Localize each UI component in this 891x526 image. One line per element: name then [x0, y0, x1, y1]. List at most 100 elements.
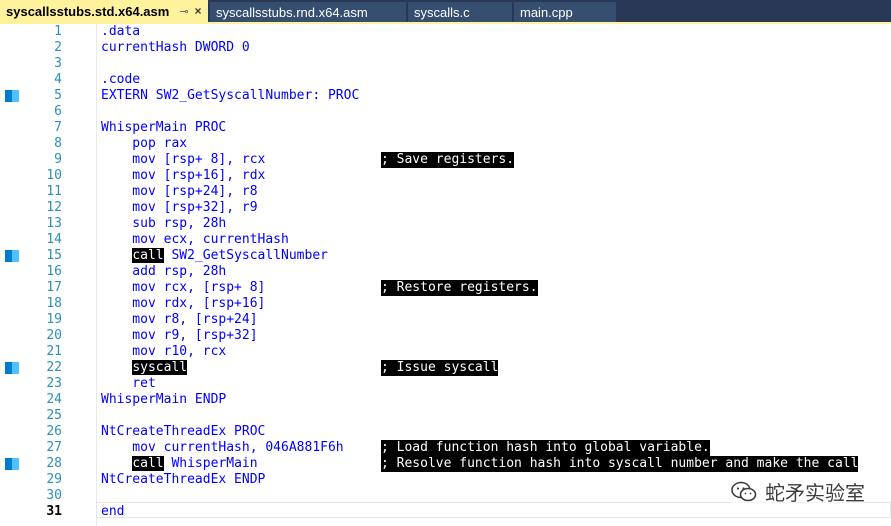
line-number: 13 [46, 216, 62, 231]
line-number: 6 [54, 104, 62, 119]
code-line[interactable]: 28 call WhisperMain ; Resolve function ha… [0, 456, 891, 472]
code-text: EXTERN SW2_GetSyscallNumber: PROC [101, 88, 360, 103]
close-icon[interactable]: × [195, 4, 202, 18]
line-number: 27 [46, 440, 62, 455]
tab-bar: syscallsstubs.std.x64.asm ⊸ × syscallsstubs… [0, 0, 891, 22]
line-number: 5 [54, 88, 62, 103]
watermark-text: 蛇矛实验室 [765, 481, 865, 505]
line-number: 29 [46, 472, 62, 487]
code-line[interactable]: 5 EXTERN SW2_GetSyscallNumber: PROC [0, 88, 891, 104]
code-line[interactable]: 6 [0, 104, 891, 120]
code-rest: SW2_GetSyscallNumber [163, 248, 328, 263]
code-text: NtCreateThreadEx ENDP [101, 472, 266, 487]
tab-syscalls-c[interactable]: syscalls.c [408, 2, 512, 22]
code-text: mov rdx, [rsp+16] [101, 296, 266, 311]
change-marker [5, 458, 19, 470]
code-comment: ; Save registers. [381, 152, 515, 168]
code-text: .code [101, 72, 141, 87]
code-line[interactable]: 11 mov [rsp+24], r8 [0, 184, 891, 200]
code-comment: ; Issue syscall [381, 360, 499, 376]
line-number: 25 [46, 408, 62, 423]
code-text: mov [rsp+32], r9 [101, 200, 258, 215]
code-editor[interactable]: 1 .data 2 currentHash DWORD 0 3 4 .code 5 EXTERN… [0, 24, 891, 526]
line-number: 2 [54, 40, 62, 55]
code-text: mov [rsp+ 8], rcx [101, 152, 266, 167]
tab-main-cpp[interactable]: main.cpp [514, 2, 616, 22]
code-line[interactable]: 20 mov r9, [rsp+32] [0, 328, 891, 344]
code-text: pop rax [101, 136, 188, 151]
code-text: add rsp, 28h [101, 264, 227, 279]
highlighted-keyword: syscall [132, 360, 188, 375]
code-line[interactable]: 3 [0, 56, 891, 72]
code-line[interactable]: 16 add rsp, 28h [0, 264, 891, 280]
code-line[interactable]: 26 NtCreateThreadEx PROC [0, 424, 891, 440]
code-line[interactable]: 13 sub rsp, 28h [0, 216, 891, 232]
line-number: 10 [46, 168, 62, 183]
code-text: mov r8, [rsp+24] [101, 312, 258, 327]
line-number: 15 [46, 248, 62, 263]
line-number: 1 [54, 24, 62, 39]
tab-label: syscalls.c [414, 4, 470, 20]
code-line[interactable]: 9 mov [rsp+ 8], rcx ; Save registers. [0, 152, 891, 168]
line-number: 22 [46, 360, 62, 375]
code-line[interactable]: 18 mov rdx, [rsp+16] [0, 296, 891, 312]
code-line[interactable]: 19 mov r8, [rsp+24] [0, 312, 891, 328]
line-number: 24 [46, 392, 62, 407]
line-number: 31 [46, 504, 62, 519]
code-line[interactable]: 31 end [0, 504, 891, 520]
line-number: 4 [54, 72, 62, 87]
tab-syscallsstubs-rnd-x64-asm[interactable]: syscallsstubs.rnd.x64.asm [210, 2, 406, 22]
line-number: 7 [54, 120, 62, 135]
pin-icon[interactable]: ⊸ [179, 5, 188, 18]
code-comment: ; Restore registers. [381, 280, 538, 296]
tab-label: syscallsstubs.rnd.x64.asm [216, 4, 368, 20]
tab-syscallsstubs-std-x64-asm[interactable]: syscallsstubs.std.x64.asm ⊸ × [0, 0, 208, 22]
wechat-icon [731, 481, 757, 501]
code-text: sub rsp, 28h [101, 216, 227, 231]
code-line[interactable]: 10 mov [rsp+16], rdx [0, 168, 891, 184]
code-text: .data [101, 24, 141, 39]
code-line[interactable]: 21 mov r10, rcx [0, 344, 891, 360]
line-number: 12 [46, 200, 62, 215]
code-text: call WhisperMain [101, 456, 258, 472]
code-text: end [101, 504, 125, 519]
code-line[interactable]: 23 ret [0, 376, 891, 392]
code-text: mov r10, rcx [101, 344, 227, 359]
code-comment: ; Load function hash into global variabl… [381, 440, 710, 456]
code-text: mov rcx, [rsp+ 8] [101, 280, 266, 295]
highlighted-keyword: call [132, 248, 164, 263]
code-line[interactable]: 22 syscall ; Issue syscall [0, 360, 891, 376]
line-number: 16 [46, 264, 62, 279]
line-number: 26 [46, 424, 62, 439]
code-comment: ; Resolve function hash into syscall num… [381, 456, 859, 472]
code-text: mov ecx, currentHash [101, 232, 289, 247]
code-line[interactable]: 1 .data [0, 24, 891, 40]
change-marker [5, 250, 19, 262]
change-marker [5, 90, 19, 102]
code-text: ret [101, 376, 156, 391]
code-line[interactable]: 2 currentHash DWORD 0 [0, 40, 891, 56]
code-line[interactable]: 25 [0, 408, 891, 424]
highlighted-keyword: call [132, 456, 164, 471]
code-line[interactable]: 7 WhisperMain PROC [0, 120, 891, 136]
code-text: mov [rsp+16], rdx [101, 168, 266, 183]
line-number: 18 [46, 296, 62, 311]
code-line[interactable]: 17 mov rcx, [rsp+ 8] ; Restore registers. [0, 280, 891, 296]
line-number: 3 [54, 56, 62, 71]
code-text: NtCreateThreadEx PROC [101, 424, 266, 439]
line-number: 28 [46, 456, 62, 471]
code-line[interactable]: 24 WhisperMain ENDP [0, 392, 891, 408]
code-line[interactable]: 14 mov ecx, currentHash [0, 232, 891, 248]
code-rest: WhisperMain [163, 456, 258, 471]
code-line[interactable]: 8 pop rax [0, 136, 891, 152]
code-line[interactable]: 4 .code [0, 72, 891, 88]
line-number: 23 [46, 376, 62, 391]
code-line[interactable]: 12 mov [rsp+32], r9 [0, 200, 891, 216]
code-line[interactable]: 15 call SW2_GetSyscallNumber [0, 248, 891, 264]
code-line[interactable]: 27 mov currentHash, 046A881F6h ; Load fun… [0, 440, 891, 456]
code-text: mov currentHash, 046A881F6h [101, 440, 344, 455]
change-marker [5, 362, 19, 374]
